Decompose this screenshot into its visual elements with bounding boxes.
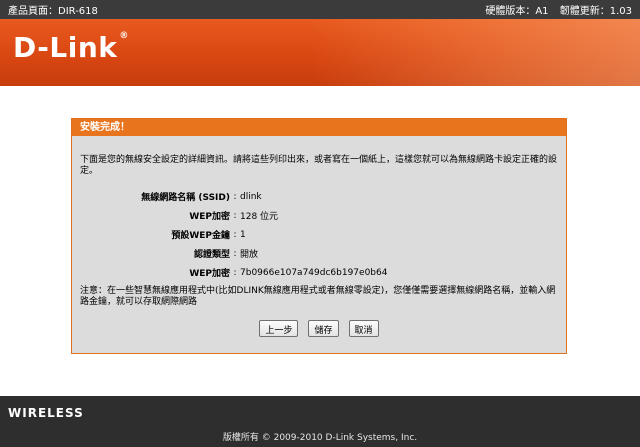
- header-banner: D-Link ®: [0, 19, 640, 86]
- banner-shade: [310, 19, 640, 86]
- field-row-default-wep-key: 預設WEP金鑰 : 1: [72, 225, 566, 244]
- prev-button[interactable]: 上一步: [259, 320, 299, 337]
- product-page-label: 產品頁面：DIR-618: [8, 6, 98, 17]
- intro-text: 下面是您的無線安全設定的詳細資訊。請將這些列印出來，或者寫在一個紙上，這樣您就可…: [80, 155, 558, 176]
- field-row-auth-type: 認證類型 : 開放: [72, 244, 566, 263]
- field-colon: :: [233, 267, 237, 278]
- wireless-logo: WIRELESS: [8, 406, 84, 420]
- field-colon: :: [233, 191, 237, 202]
- field-value: dlink: [240, 191, 262, 202]
- field-value: 128 位元: [240, 212, 279, 222]
- field-value: 1: [240, 229, 246, 240]
- field-colon: :: [233, 248, 237, 259]
- version-info: 硬體版本：A1 韌體更新：1.03: [477, 2, 632, 17]
- dlink-logo: D-Link ®: [13, 31, 129, 64]
- field-row-wep-key: WEP加密 : 7b0966e107a749dc6b197e0b64: [72, 263, 566, 282]
- save-button[interactable]: 儲存: [308, 320, 339, 337]
- field-label: 無線網路名稱 (SSID): [141, 193, 230, 203]
- top-info-bar: 產品頁面：DIR-618 硬體版本：A1 韌體更新：1.03: [0, 0, 640, 19]
- panel-title: 安裝完成！: [72, 119, 566, 136]
- field-colon: :: [233, 210, 237, 221]
- field-row-ssid: 無線網路名稱 (SSID) : dlink: [72, 187, 566, 206]
- button-row: 上一步 儲存 取消: [72, 320, 566, 337]
- field-label: WEP加密: [189, 269, 230, 279]
- field-label: 預設WEP金鑰: [171, 231, 230, 241]
- field-label: WEP加密: [189, 212, 230, 222]
- note-text: 注意：在一些智慧無線應用程式中(比如DLINK無線應用程式或者無線零設定)，您僅…: [80, 286, 556, 307]
- logo-text: D-Link: [13, 31, 118, 64]
- field-colon: :: [233, 229, 237, 240]
- copyright-text: 版權所有 © 2009-2010 D-Link Systems, Inc.: [0, 429, 640, 447]
- firmware-version-label: 韌體更新：1.03: [559, 6, 632, 17]
- cancel-button[interactable]: 取消: [348, 320, 379, 337]
- field-row-wep-encryption: WEP加密 : 128 位元: [72, 206, 566, 225]
- field-value: 開放: [240, 250, 259, 260]
- main-content: 安裝完成！ 下面是您的無線安全設定的詳細資訊。請將這些列印出來，或者寫在一個紙上…: [0, 86, 640, 396]
- settings-summary: 無線網路名稱 (SSID) : dlink WEP加密 : 128 位元 預設W…: [72, 187, 566, 282]
- setup-complete-panel: 安裝完成！ 下面是您的無線安全設定的詳細資訊。請將這些列印出來，或者寫在一個紙上…: [71, 118, 567, 354]
- field-label: 認證類型: [193, 250, 230, 260]
- registered-mark: ®: [119, 31, 129, 41]
- field-value: 7b0966e107a749dc6b197e0b64: [240, 267, 388, 278]
- hardware-version-label: 硬體版本：A1: [485, 6, 549, 17]
- footer-bar: WIRELESS: [0, 396, 640, 429]
